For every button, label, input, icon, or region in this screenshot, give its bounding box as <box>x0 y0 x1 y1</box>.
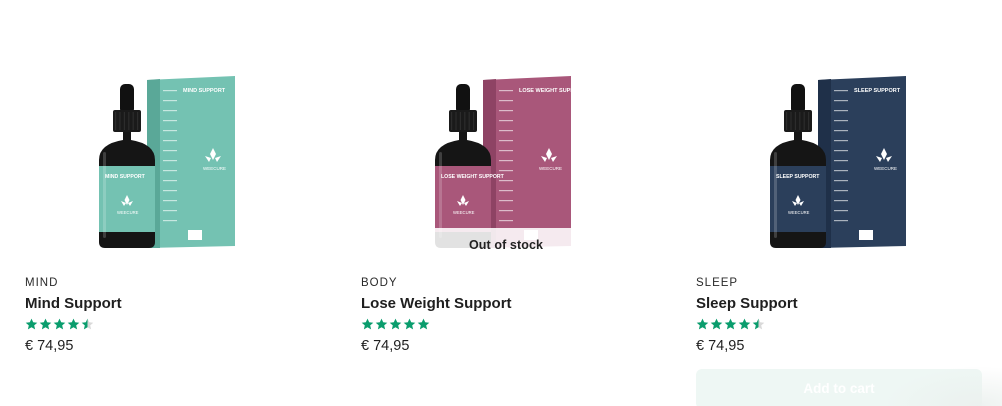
bottle-label-title: SLEEP SUPPORT <box>776 174 820 180</box>
bottle-brand: WEECURE <box>117 210 139 215</box>
product-price: € 74,95 <box>696 338 745 354</box>
rating-stars <box>25 318 94 331</box>
star-half-icon <box>81 318 94 330</box>
product-category: SLEEP <box>696 277 739 289</box>
product-category: MIND <box>25 277 59 289</box>
star-half-icon <box>752 318 765 330</box>
product-title[interactable]: Lose Weight Support <box>361 295 512 312</box>
product-box <box>147 76 235 248</box>
bottle-dropper <box>120 84 134 114</box>
add-to-cart-button[interactable]: Add to cart <box>696 369 982 406</box>
star-full-icon <box>724 318 737 330</box>
out-of-stock-badge: Out of stock <box>433 228 579 262</box>
bottle-cap <box>784 110 812 132</box>
bottle-cap <box>113 110 141 132</box>
rating-stars <box>361 318 430 331</box>
product-box <box>818 76 906 248</box>
product-image[interactable]: LOSE WEIGHT SUPPORT WEECURE LOSE WEIGHT SU… <box>361 70 671 262</box>
product-category: BODY <box>361 277 398 289</box>
product-image[interactable]: SLEEP SUPPORT WEECURE SLEEP SUPPORT WEECURE <box>696 70 1002 255</box>
box-brand: WEECURE <box>203 166 226 171</box>
star-full-icon <box>361 318 374 330</box>
product-price: € 74,95 <box>25 338 74 354</box>
product-card-mind-support[interactable]: MIND SUPPORT WEECURE MIND SUPPORT WEECURE M… <box>25 0 335 406</box>
star-full-icon <box>417 318 430 330</box>
product-grid: MIND SUPPORT WEECURE MIND SUPPORT WEECURE M… <box>0 0 1002 406</box>
product-title[interactable]: Mind Support <box>25 295 122 312</box>
star-full-icon <box>389 318 402 330</box>
product-image[interactable]: MIND SUPPORT WEECURE MIND SUPPORT WEECURE <box>25 70 335 255</box>
bottle-brand: WEECURE <box>453 210 475 215</box>
box-title: SLEEP SUPPORT <box>854 88 901 94</box>
bottle-dropper <box>456 84 470 114</box>
box-brand: WEECURE <box>539 166 562 171</box>
star-full-icon <box>53 318 66 330</box>
star-full-icon <box>67 318 80 330</box>
star-full-icon <box>39 318 52 330</box>
bottle-label-title: LOSE WEIGHT SUPPORT <box>441 174 505 180</box>
bottle-cap <box>449 110 477 132</box>
product-box <box>483 76 571 248</box>
product-price: € 74,95 <box>361 338 410 354</box>
bottle-dropper <box>791 84 805 114</box>
star-full-icon <box>375 318 388 330</box>
product-title[interactable]: Sleep Support <box>696 295 798 312</box>
product-card-lose-weight-support[interactable]: LOSE WEIGHT SUPPORT WEECURE LOSE WEIGHT SU… <box>361 0 671 406</box>
star-full-icon <box>25 318 38 330</box>
box-brand: WEECURE <box>874 166 897 171</box>
star-full-icon <box>738 318 751 330</box>
rating-stars <box>696 318 765 331</box>
star-full-icon <box>696 318 709 330</box>
product-card-sleep-support[interactable]: SLEEP SUPPORT WEECURE SLEEP SUPPORT WEECURE… <box>696 0 1002 406</box>
bottle-label-title: MIND SUPPORT <box>105 174 146 180</box>
box-title: LOSE WEIGHT SUPPORT <box>519 88 586 94</box>
product-illustration: SLEEP SUPPORT WEECURE SLEEP SUPPORT WEECURE <box>770 76 906 248</box>
star-full-icon <box>403 318 416 330</box>
star-full-icon <box>710 318 723 330</box>
bottle-brand: WEECURE <box>788 210 810 215</box>
product-illustration: MIND SUPPORT WEECURE MIND SUPPORT WEECURE <box>99 76 235 248</box>
box-title: MIND SUPPORT <box>183 88 226 94</box>
